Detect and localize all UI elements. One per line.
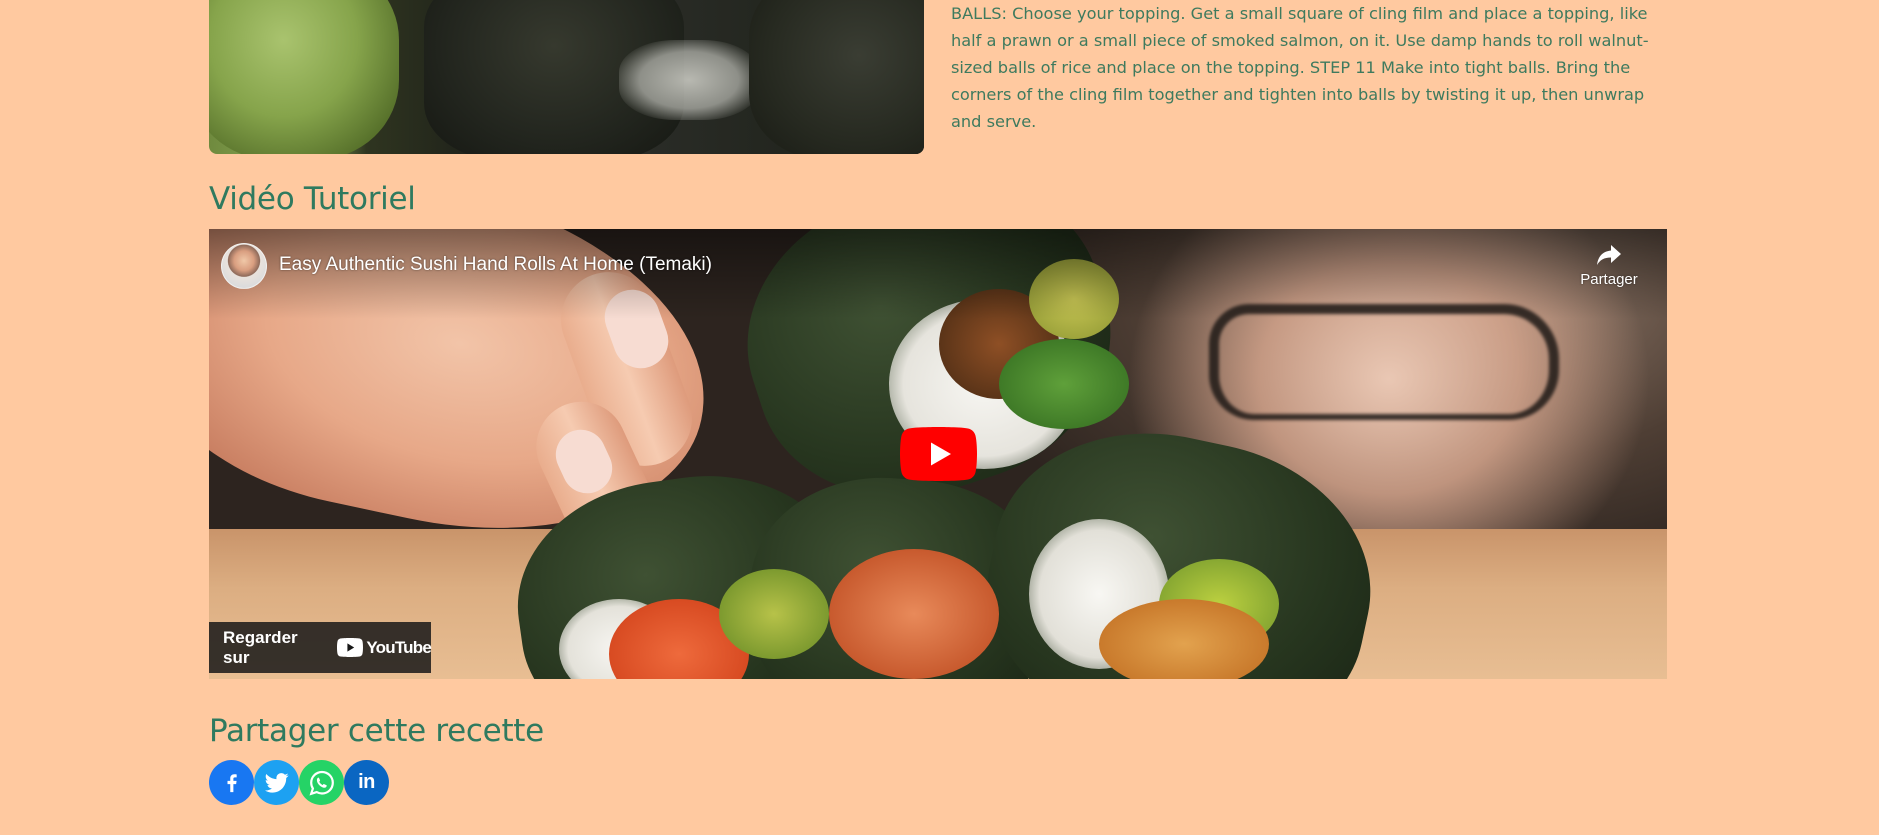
whatsapp-icon: [309, 770, 334, 795]
youtube-logo: YouTube: [337, 637, 432, 658]
twitter-icon: [264, 772, 289, 793]
video-thumbnail-avocado: [719, 569, 829, 659]
page: BALLS: Choose your topping. Get a small …: [0, 0, 1879, 835]
share-linkedin-button[interactable]: in: [344, 760, 389, 805]
video-title[interactable]: Easy Authentic Sushi Hand Rolls At Home …: [279, 254, 712, 276]
share-section-heading: Partager cette recette: [209, 713, 544, 749]
recipe-step-image: [209, 0, 924, 154]
facebook-icon: [227, 773, 237, 792]
youtube-wordmark: YouTube: [366, 637, 431, 657]
video-share-label: Partager: [1580, 271, 1638, 288]
share-twitter-button[interactable]: [254, 760, 299, 805]
share-facebook-button[interactable]: [209, 760, 254, 805]
youtube-logo-icon: [337, 638, 364, 657]
watch-on-youtube-button[interactable]: Regarder sur YouTube: [209, 622, 432, 673]
video-thumbnail-herbs: [999, 339, 1129, 429]
video-thumbnail-salmon: [829, 549, 999, 679]
recipe-step-text: BALLS: Choose your topping. Get a small …: [951, 4, 1649, 131]
watch-on-label: Regarder sur: [223, 627, 298, 667]
share-arrow-icon: [1597, 245, 1621, 265]
image-rice: [619, 40, 759, 120]
video-thumbnail-glasses: [1209, 304, 1559, 420]
video-section-heading: Vidéo Tutoriel: [209, 181, 416, 217]
image-roll-dark-2: [749, 0, 924, 154]
linkedin-icon: in: [358, 771, 375, 793]
video-share-button[interactable]: Partager: [1569, 243, 1649, 303]
image-roll-green: [209, 0, 399, 154]
channel-avatar[interactable]: [221, 243, 267, 289]
youtube-play-icon: [900, 427, 977, 481]
youtube-video-embed[interactable]: Easy Authentic Sushi Hand Rolls At Home …: [209, 229, 1667, 679]
share-whatsapp-button[interactable]: [299, 760, 344, 805]
social-share-buttons: in: [209, 760, 389, 805]
video-thumbnail-fried-shallots: [1099, 599, 1269, 679]
youtube-play-button[interactable]: [900, 427, 977, 481]
